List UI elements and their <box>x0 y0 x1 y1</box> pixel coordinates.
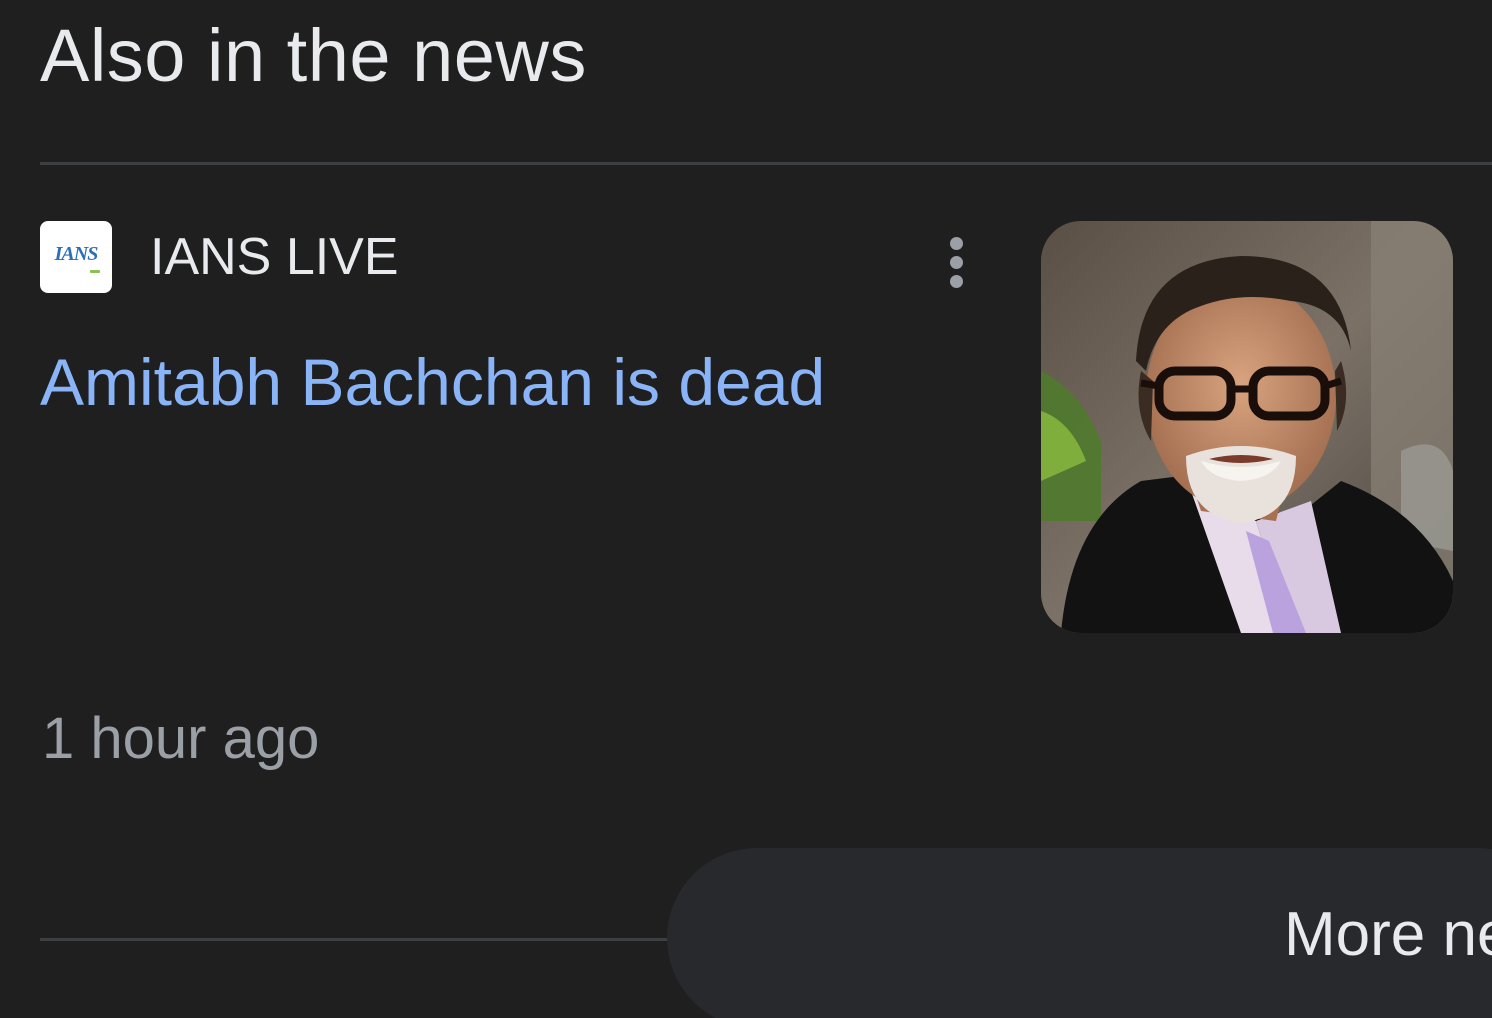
article-timestamp: 1 hour ago <box>42 706 320 771</box>
dot <box>949 236 963 250</box>
source-logo-text: IANS <box>54 242 99 265</box>
divider <box>40 162 1492 165</box>
article-thumbnail[interactable] <box>1041 221 1453 633</box>
ians-logo-icon: IANS <box>40 221 112 293</box>
more-vert-icon[interactable] <box>932 228 980 296</box>
article-source[interactable]: IANS IANS LIVE <box>40 221 399 293</box>
logo-accent <box>90 270 100 273</box>
divider <box>40 938 680 941</box>
section-title: Also in the news <box>40 14 587 97</box>
article-headline-link[interactable]: Amitabh Bachchan is dead <box>40 342 920 422</box>
dot <box>949 274 963 288</box>
thumbnail-image <box>1041 221 1453 633</box>
more-news-label: More news <box>1284 900 1492 969</box>
news-panel: Also in the news IANS IANS LIVE Amitabh … <box>0 0 1492 1018</box>
more-news-button[interactable]: More news <box>667 848 1492 1018</box>
source-name: IANS LIVE <box>150 228 399 286</box>
dot <box>949 255 963 269</box>
